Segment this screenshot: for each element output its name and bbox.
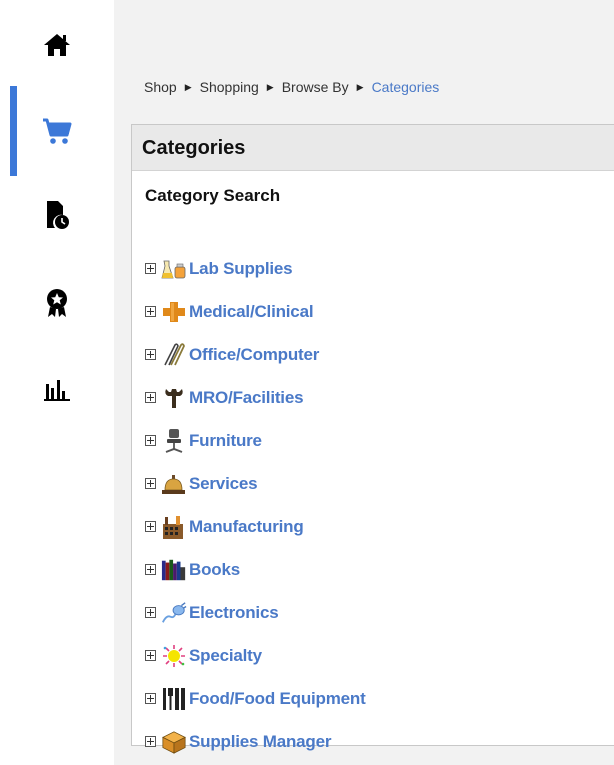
main-content: Shop ▶ Shopping ▶ Browse By ▶ Categories… [114, 0, 614, 765]
category-office-computer[interactable]: Office/Computer [145, 333, 366, 376]
nav-awards[interactable] [0, 258, 114, 348]
category-tree: Lab Supplies Medical/Clinical Office/Com… [145, 247, 366, 763]
factory-icon [161, 515, 187, 539]
expand-icon[interactable] [145, 564, 156, 575]
category-services[interactable]: Services [145, 462, 366, 505]
category-books[interactable]: Books [145, 548, 366, 591]
category-label[interactable]: Medical/Clinical [189, 302, 314, 322]
home-icon [43, 32, 71, 58]
breadcrumb-separator-icon: ▶ [266, 81, 274, 92]
category-label[interactable]: Books [189, 560, 240, 580]
category-label[interactable]: Electronics [189, 603, 279, 623]
cart-icon [42, 117, 72, 145]
bar-chart-icon [43, 378, 71, 402]
order-history-icon [44, 200, 70, 230]
category-food-equipment[interactable]: Food/Food Equipment [145, 677, 366, 720]
expand-icon[interactable] [145, 693, 156, 704]
category-label[interactable]: Services [189, 474, 258, 494]
wrench-icon [161, 386, 187, 410]
category-label[interactable]: Manufacturing [189, 517, 304, 537]
category-electronics[interactable]: Electronics [145, 591, 366, 634]
breadcrumb-separator-icon: ▶ [184, 81, 192, 92]
breadcrumb-shopping[interactable]: Shopping [200, 79, 259, 95]
nav-shop[interactable] [0, 86, 114, 176]
lab-flask-icon [161, 257, 187, 281]
left-nav-rail [0, 0, 114, 765]
books-icon [161, 558, 187, 582]
expand-icon[interactable] [145, 478, 156, 489]
office-chair-icon [161, 428, 187, 453]
category-label[interactable]: Office/Computer [189, 345, 319, 365]
breadcrumb-browse-by[interactable]: Browse By [282, 79, 349, 95]
categories-panel: Categories Category Search Lab Supplies [131, 124, 614, 754]
expand-icon[interactable] [145, 650, 156, 661]
service-bell-icon [161, 472, 187, 496]
category-specialty[interactable]: Specialty [145, 634, 366, 677]
category-label[interactable]: Furniture [189, 431, 262, 451]
category-furniture[interactable]: Furniture [145, 419, 366, 462]
expand-icon[interactable] [145, 263, 156, 274]
electronics-plug-icon [161, 601, 187, 625]
breadcrumb-separator-icon: ▶ [356, 81, 364, 92]
expand-icon[interactable] [145, 607, 156, 618]
category-label[interactable]: MRO/Facilities [189, 388, 304, 408]
expand-icon[interactable] [145, 521, 156, 532]
paperclip-icon [161, 342, 187, 367]
medical-cross-icon [161, 300, 187, 324]
panel-title: Categories [132, 125, 614, 171]
sparkle-icon [161, 644, 187, 668]
utensils-icon [161, 686, 187, 711]
nav-home[interactable] [0, 0, 114, 90]
nav-reports[interactable] [0, 345, 114, 435]
category-label[interactable]: Lab Supplies [189, 259, 293, 279]
breadcrumb-shop[interactable]: Shop [144, 79, 177, 95]
category-supplies-manager[interactable]: Supplies Manager [145, 720, 366, 763]
expand-icon[interactable] [145, 435, 156, 446]
category-manufacturing[interactable]: Manufacturing [145, 505, 366, 548]
nav-orders[interactable] [0, 170, 114, 260]
category-search-heading: Category Search [145, 186, 281, 205]
expand-icon[interactable] [145, 306, 156, 317]
award-icon [45, 288, 69, 318]
category-medical-clinical[interactable]: Medical/Clinical [145, 290, 366, 333]
category-label[interactable]: Supplies Manager [189, 732, 331, 752]
expand-icon[interactable] [145, 736, 156, 747]
expand-icon[interactable] [145, 392, 156, 403]
category-lab-supplies[interactable]: Lab Supplies [145, 247, 366, 290]
box-icon [161, 730, 187, 754]
expand-icon[interactable] [145, 349, 156, 360]
category-mro-facilities[interactable]: MRO/Facilities [145, 376, 366, 419]
breadcrumb-categories[interactable]: Categories [372, 79, 440, 95]
category-label[interactable]: Specialty [189, 646, 262, 666]
breadcrumb: Shop ▶ Shopping ▶ Browse By ▶ Categories [144, 77, 439, 97]
category-label[interactable]: Food/Food Equipment [189, 689, 366, 709]
